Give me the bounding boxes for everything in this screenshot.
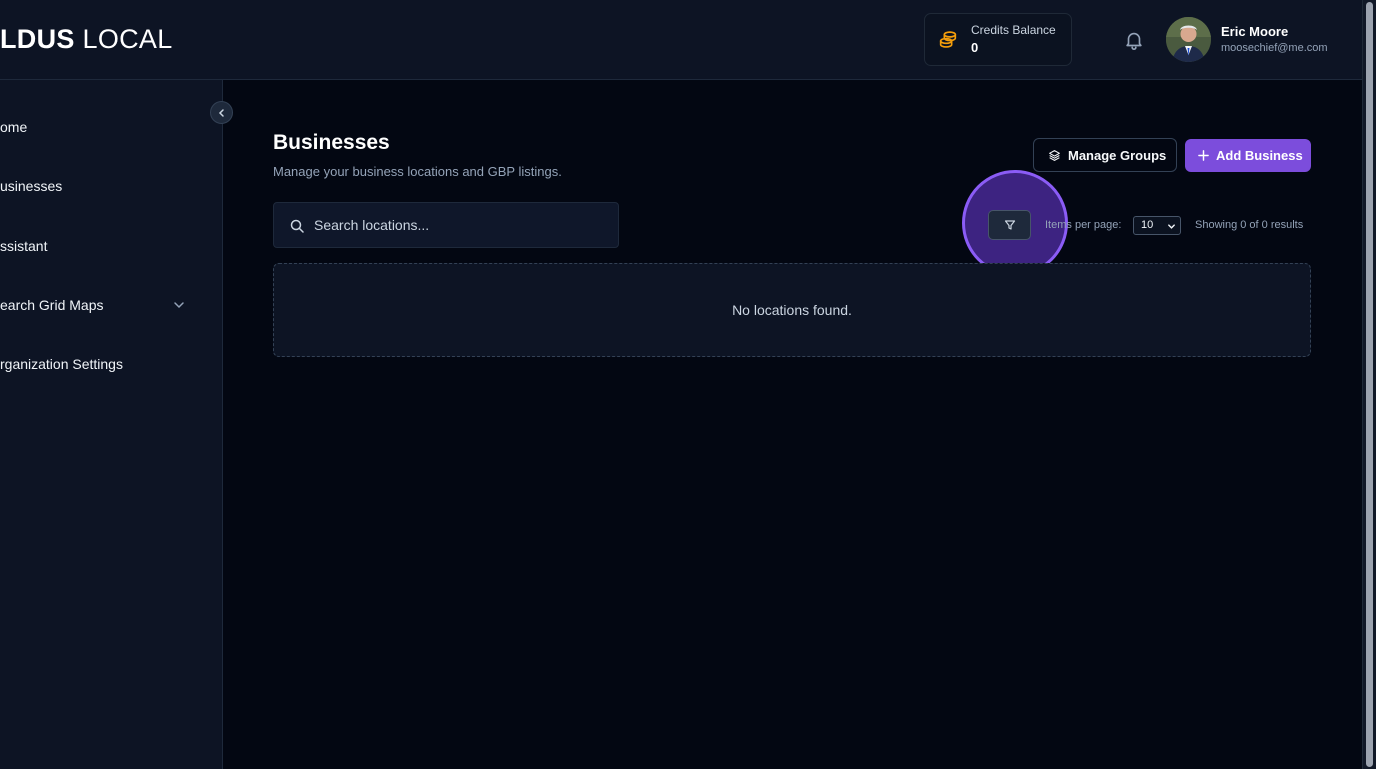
add-business-button[interactable]: Add Business — [1185, 139, 1311, 172]
chevron-down-icon — [1168, 224, 1175, 229]
avatar[interactable] — [1166, 17, 1211, 62]
empty-state-text: No locations found. — [732, 302, 852, 318]
chevron-down-icon[interactable] — [172, 298, 186, 312]
search-box[interactable] — [273, 202, 619, 248]
layers-icon — [1049, 149, 1060, 161]
scrollbar-thumb[interactable] — [1366, 2, 1373, 767]
items-per-page-select[interactable]: 10 — [1133, 216, 1181, 235]
app-logo[interactable]: LDUS LOCAL — [0, 24, 173, 55]
items-per-page-value: 10 — [1141, 219, 1154, 231]
top-header: LDUS LOCAL Credits Balance 0 Eric Moore … — [0, 0, 1362, 80]
sidebar-item-businesses[interactable]: usinesses — [0, 178, 62, 194]
sidebar-item-organization-settings[interactable]: rganization Settings — [0, 356, 123, 372]
user-email: moosechief@me.com — [1221, 42, 1328, 54]
credits-value: 0 — [971, 40, 979, 55]
manage-groups-button[interactable]: Manage Groups — [1033, 138, 1177, 172]
sidebar-item-search-grid-maps[interactable]: earch Grid Maps — [0, 297, 103, 313]
user-name: Eric Moore — [1221, 24, 1289, 39]
filter-button[interactable] — [988, 210, 1031, 240]
bell-icon[interactable] — [1123, 29, 1145, 51]
filter-icon — [1004, 220, 1015, 230]
credits-label: Credits Balance — [971, 23, 1056, 37]
scrollbar[interactable] — [1362, 0, 1376, 769]
page-title: Businesses — [273, 131, 390, 154]
chevron-left-icon — [218, 108, 224, 117]
search-icon — [290, 219, 304, 233]
manage-groups-label: Manage Groups — [1068, 147, 1167, 163]
sidebar-item-home[interactable]: ome — [0, 119, 27, 135]
plus-icon — [1198, 150, 1209, 161]
items-per-page-label: Items per page: — [1045, 219, 1122, 231]
collapse-sidebar-button[interactable] — [210, 101, 233, 124]
search-input[interactable] — [314, 203, 604, 247]
sidebar-item-assistant[interactable]: ssistant — [0, 238, 47, 254]
results-count: Showing 0 of 0 results — [1195, 219, 1304, 231]
coins-icon — [939, 31, 957, 48]
empty-state: No locations found. — [273, 263, 1311, 357]
credits-balance[interactable]: Credits Balance 0 — [924, 13, 1072, 66]
page-subtitle: Manage your business locations and GBP l… — [273, 164, 562, 179]
add-business-label: Add Business — [1216, 148, 1303, 163]
